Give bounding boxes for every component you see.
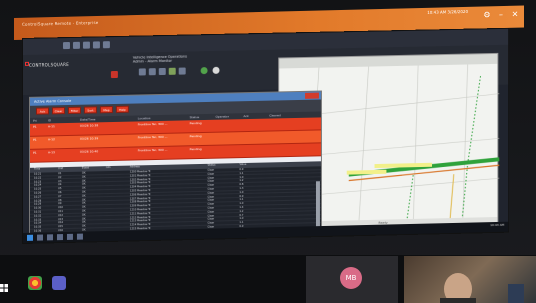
column-header[interactable]: Event [82,166,89,170]
back-icon[interactable] [72,41,80,49]
windows-start-icon[interactable] [0,277,8,292]
alarm-id: A-12 [47,137,55,142]
participant-avatar: MB [340,267,362,289]
alarm-time: 03/26 10:39 [79,136,99,141]
alarm-priority: P1 [32,150,37,155]
help-button[interactable]: Help [115,105,129,113]
column-header[interactable]: Status [208,164,216,168]
route-dots-1 [462,76,481,224]
app-logo: CONTROLSQUARE [28,62,70,68]
remote-window-title: ControlSquare Remote - Enterprise [22,19,99,27]
alarm-location: Frontline Ter, 300 ... [137,147,168,153]
alarm-location: Frontline Ter, 300 ... [137,134,168,140]
alarm-status: Pending [189,121,202,126]
print-icon[interactable] [92,41,100,49]
participant-video-tile[interactable] [404,256,536,303]
search-icon[interactable] [178,67,186,75]
close-button[interactable] [305,92,319,99]
taskbar-app-icon[interactable] [46,234,53,241]
teams-icon[interactable] [52,276,66,290]
taskbar-app-icon[interactable] [76,233,83,240]
alarm-priority: P1 [32,124,37,129]
refresh-icon[interactable] [82,41,90,49]
car-icon[interactable] [158,67,166,76]
alarm-id: A-11 [47,124,55,129]
remote-window-clock: 10:43 AM 3/26/2020 [427,8,468,15]
home-icon[interactable] [62,41,70,50]
chrome-icon[interactable] [28,276,42,290]
map-button[interactable]: Map [99,106,113,114]
alarm-status: Pending [189,134,202,139]
alarm-status: Pending [189,147,202,152]
map-pin-icon[interactable] [168,67,176,75]
close-icon[interactable]: ✕ [510,10,520,20]
scrollbar[interactable] [315,181,320,230]
minimize-icon[interactable]: – [496,10,506,20]
column-header[interactable]: Info [106,166,111,170]
edit-icon[interactable] [102,41,110,49]
clear-button[interactable]: Clear [51,107,65,115]
column-header[interactable]: Time [34,168,40,172]
participant-tile[interactable]: MB [306,256,398,303]
filter-button[interactable]: Filter [67,106,81,114]
column-header[interactable]: Value [239,163,246,167]
taskbar-app-icon[interactable] [36,234,43,241]
sort-button[interactable]: Sort [83,106,97,114]
alarm-priority: P1 [32,137,37,142]
alarm-icon[interactable] [110,70,118,79]
list-icon[interactable] [148,68,156,76]
taskbar-app-icon[interactable] [66,233,73,240]
desktop-photo: ControlSquare Remote - Enterprise 10:43 … [0,0,536,303]
taskbar-clock: 10:43 AM [490,222,505,228]
alarm-location: Frontline Ter, 300 ... [137,121,168,127]
taskbar-app-icon[interactable] [56,234,63,241]
route-dots-2 [406,175,413,225]
column-header[interactable]: Unit [58,167,63,171]
column-header[interactable]: Address [130,165,140,169]
map-label [346,169,387,175]
ack-button[interactable]: Ack [35,107,49,115]
help-icon[interactable] [212,66,220,74]
start-icon[interactable] [26,234,33,241]
participant-video [440,273,524,303]
alarm-time: 03/26 10:40 [79,149,99,154]
app-title-line: Admin - Alarm Monitor [132,59,173,64]
app-title: Vehicle Intelligence Operations Admin - … [133,55,187,65]
settings-icon[interactable]: ⚙ [482,10,492,20]
online-status-icon [200,67,208,75]
alarm-console-window: Active Alarm Console Ack Clear Filter So… [28,90,322,241]
remote-screen: CONTROLSQUARE Vehicle Intelligence Opera… [22,27,510,245]
monitor-icon[interactable] [138,68,146,76]
route-yellow [450,174,454,222]
alarm-id: A-13 [47,150,55,155]
alarm-time: 03/26 10:38 [79,123,99,128]
